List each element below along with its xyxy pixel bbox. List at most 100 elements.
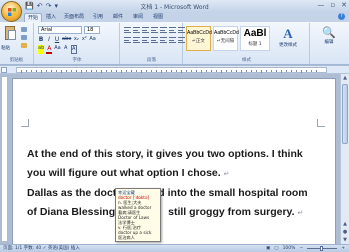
ruler-tick <box>256 70 257 72</box>
styles-group: AaBbCcDd ↵正文 AaBbCcDd ↵无间隔 AaBl 标题 1 A 更… <box>184 23 310 64</box>
ruler-tick <box>166 70 167 72</box>
align-center-icon[interactable] <box>133 37 140 43</box>
tab-references[interactable]: 引用 <box>93 13 103 22</box>
tab-review[interactable]: 审阅 <box>133 13 143 22</box>
bold-button[interactable]: B <box>38 36 44 43</box>
ruler-tick <box>281 70 282 73</box>
zoom-slider[interactable] <box>307 246 338 251</box>
help-icon[interactable]: ? <box>338 13 345 20</box>
view-print-layout-icon[interactable]: ▣ <box>266 245 270 252</box>
document-body[interactable]: At the end of this story, it gives you t… <box>27 145 323 223</box>
bullets-icon[interactable] <box>124 27 131 33</box>
line-spacing-icon[interactable] <box>160 37 167 43</box>
binoculars-icon: 🔍 <box>322 27 336 39</box>
vertical-scrollbar[interactable]: ▲ ▲ ● ▼ <box>340 74 349 244</box>
style-heading-1[interactable]: AaBl 标题 1 <box>240 26 270 51</box>
ruler-tick <box>301 70 302 73</box>
browse-object-icon[interactable]: ● <box>341 228 349 236</box>
ruler-tick <box>151 70 152 72</box>
paragraph-group-label: 段落 <box>147 58 156 63</box>
editing-button[interactable]: 🔍 编辑 <box>318 26 340 56</box>
cut-icon[interactable] <box>21 27 27 32</box>
status-info[interactable]: 页面: 1/1 字数: 40 ✓ 英语(美国) 插入 <box>3 245 80 252</box>
ribbon-tabs: 开始 插入 页面布局 引用 邮件 审阅 视图 ? <box>0 12 349 22</box>
ruler-tick <box>236 70 237 72</box>
sort-icon[interactable] <box>169 27 176 33</box>
paste-button-label[interactable]: 粘贴 <box>1 45 10 51</box>
paragraph-row-2 <box>124 37 185 43</box>
align-right-icon[interactable] <box>142 37 149 43</box>
decrease-indent-icon[interactable] <box>151 27 158 33</box>
text-line-4-end: still groggy from surgery. <box>168 206 295 218</box>
font-color-button[interactable]: A <box>46 45 53 54</box>
prev-page-icon[interactable]: ▲ <box>341 220 349 228</box>
ruler-tick <box>146 70 147 72</box>
document-page[interactable]: At the end of this story, it gives you t… <box>12 78 336 244</box>
tab-view[interactable]: 视图 <box>153 13 163 22</box>
change-styles-button[interactable]: A 更改样式 <box>277 26 299 56</box>
strikethrough-button[interactable]: abe <box>62 36 71 43</box>
subscript-button[interactable]: x₂ <box>73 36 79 43</box>
font-size-input[interactable]: 18 <box>84 26 100 34</box>
style-heading-1-name: 标题 1 <box>248 42 262 47</box>
ruler-tick <box>36 70 37 72</box>
char-border-button[interactable]: A <box>70 45 77 54</box>
ruler-tick <box>121 70 122 73</box>
ruler-tick <box>291 70 292 72</box>
change-case-button[interactable]: Aa <box>89 36 95 43</box>
zoom-slider-thumb[interactable] <box>320 246 324 251</box>
font-name-input[interactable]: Arial <box>38 26 82 34</box>
zoom-out-icon[interactable]: − <box>299 245 303 252</box>
minimize-button[interactable]: — <box>317 1 324 9</box>
next-page-icon[interactable]: ▼ <box>341 236 349 244</box>
close-button[interactable]: ✕ <box>341 1 347 9</box>
tab-selector[interactable] <box>1 67 7 73</box>
format-painter-icon[interactable] <box>21 43 27 48</box>
multilevel-list-icon[interactable] <box>142 27 149 33</box>
ruler-tick <box>156 70 157 72</box>
horizontal-ruler[interactable] <box>0 66 349 74</box>
ruler-tick <box>81 70 82 73</box>
italic-button[interactable]: I <box>46 36 52 43</box>
superscript-button[interactable]: x² <box>81 36 87 43</box>
shading-icon[interactable] <box>169 37 176 43</box>
zoom-level[interactable]: 100% <box>283 245 296 252</box>
tab-insert[interactable]: 插入 <box>46 13 56 22</box>
dictionary-popup[interactable]: 幸运宝藏 doctor [ˈdɒktə] n. 医生;大夫 walked a d… <box>115 188 161 242</box>
ruler-tick <box>216 70 217 72</box>
font-group: Arial 18 B I U abe x₂ x² Aa ab A Aa A A … <box>35 23 120 64</box>
maximize-button[interactable]: ▫ <box>330 1 335 9</box>
align-left-icon[interactable] <box>124 37 131 43</box>
tab-mailings[interactable]: 邮件 <box>113 13 123 22</box>
style-normal[interactable]: AaBbCcDd ↵正文 <box>186 26 212 51</box>
ruler-tick <box>31 70 32 72</box>
copy-icon[interactable] <box>21 35 27 40</box>
scroll-up-icon[interactable]: ▲ <box>341 74 349 82</box>
numbering-icon[interactable] <box>133 27 140 33</box>
increase-indent-icon[interactable] <box>160 27 167 33</box>
shrink-font-button[interactable]: A <box>63 45 69 54</box>
grow-font-button[interactable]: Aa <box>54 45 60 54</box>
tab-home[interactable]: 开始 <box>24 13 43 22</box>
vertical-ruler[interactable] <box>1 76 8 242</box>
ruler-tick <box>181 70 182 73</box>
style-no-spacing[interactable]: AaBbCcDd ↵无间隔 <box>213 26 239 51</box>
office-button[interactable] <box>1 1 22 22</box>
scroll-thumb[interactable] <box>342 84 348 144</box>
underline-button[interactable]: U <box>54 36 60 43</box>
ruler-tick <box>286 70 287 72</box>
paste-icon[interactable] <box>3 26 17 45</box>
text-line-2-content: you will figure out what option I chose. <box>27 167 221 179</box>
tab-page-layout[interactable]: 页面布局 <box>64 13 84 22</box>
ruler-tick <box>171 70 172 72</box>
editing-group: 🔍 编辑 <box>311 23 348 64</box>
style-normal-name: ↵正文 <box>192 39 205 44</box>
ruler-tick <box>296 70 297 72</box>
justify-icon[interactable] <box>151 37 158 43</box>
highlight-button[interactable]: ab <box>38 45 45 54</box>
ruler-tick <box>76 70 77 72</box>
view-full-screen-icon[interactable]: ▢ <box>274 245 278 252</box>
zoom-in-icon[interactable]: + <box>341 245 345 252</box>
ruler-tick <box>116 70 117 72</box>
ruler-tick <box>306 70 307 72</box>
